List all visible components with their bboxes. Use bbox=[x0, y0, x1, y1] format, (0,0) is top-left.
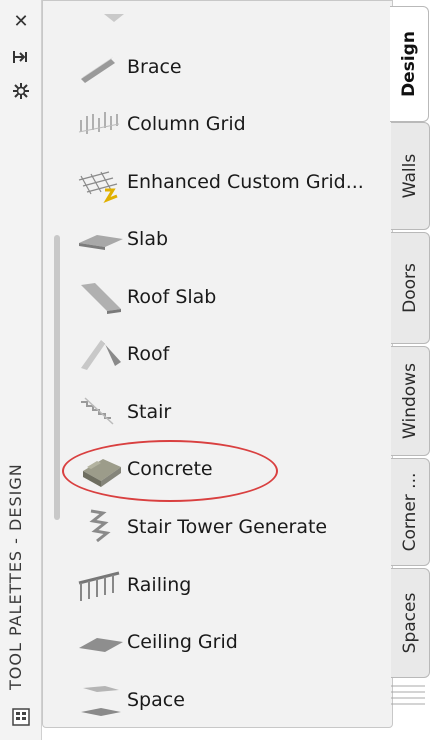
brace-icon bbox=[81, 57, 115, 83]
tool-label: Brace bbox=[127, 56, 182, 78]
tool-brace[interactable]: Brace bbox=[75, 43, 385, 91]
properties-icon[interactable] bbox=[11, 707, 31, 727]
palette-title: TOOL PALETTES - DESIGN bbox=[6, 463, 25, 690]
enhanced-custom-grid-icon bbox=[78, 171, 118, 204]
scrollbar-thumb[interactable] bbox=[54, 235, 60, 520]
tab-windows[interactable]: Windows bbox=[391, 346, 430, 456]
slab-icon bbox=[79, 235, 123, 250]
tool-roof[interactable]: Roof bbox=[75, 330, 385, 378]
tab-doors[interactable]: Doors bbox=[391, 232, 430, 344]
tab-corner[interactable]: Corner ... bbox=[391, 458, 430, 566]
tool-enhanced-custom-grid[interactable]: Enhanced Custom Grid... bbox=[75, 158, 385, 206]
railing-icon bbox=[78, 571, 120, 601]
tool-column-grid[interactable]: Column Grid bbox=[75, 100, 385, 148]
tab-spaces[interactable]: Spaces bbox=[391, 568, 430, 678]
highlight-ellipse bbox=[62, 440, 278, 502]
tab-design[interactable]: Design bbox=[390, 6, 429, 122]
tool-railing[interactable]: Railing bbox=[75, 561, 385, 609]
title-strip[interactable]: ✕ TOOL PALETTES - DESIGN bbox=[0, 0, 42, 740]
tool-stair[interactable]: Stair bbox=[75, 388, 385, 436]
tab-label: Walls bbox=[400, 153, 420, 199]
tool-label: Ceiling Grid bbox=[127, 631, 238, 653]
tool-label: Railing bbox=[127, 574, 192, 596]
tool-label: Slab bbox=[127, 228, 169, 250]
more-tabs-indicator[interactable] bbox=[391, 680, 427, 720]
autohide-icon[interactable] bbox=[10, 46, 32, 68]
stair-icon bbox=[81, 397, 114, 425]
tool-label: Space bbox=[127, 689, 185, 711]
column-grid-icon bbox=[78, 112, 120, 134]
tab-label: Windows bbox=[400, 363, 420, 439]
tool-label: Column Grid bbox=[127, 113, 246, 135]
partial-tool-icon bbox=[104, 14, 124, 22]
tab-label: Doors bbox=[400, 263, 420, 313]
tab-label: Design bbox=[399, 31, 419, 97]
tool-palette-window: ✕ TOOL PALETTES - DESIGN Brace Column Gr… bbox=[0, 0, 431, 740]
stair-tower-icon bbox=[89, 509, 111, 543]
tab-label: Spaces bbox=[400, 592, 420, 654]
close-icon[interactable]: ✕ bbox=[10, 10, 32, 32]
tool-stair-tower-generate[interactable]: Stair Tower Generate bbox=[75, 503, 385, 551]
tool-space[interactable]: Space bbox=[75, 676, 385, 724]
tool-roof-slab[interactable]: Roof Slab bbox=[75, 273, 385, 321]
tool-slab[interactable]: Slab bbox=[75, 215, 385, 263]
tool-label: Stair bbox=[127, 401, 172, 423]
tool-label: Roof Slab bbox=[127, 286, 217, 308]
roof-icon bbox=[81, 340, 121, 370]
tool-label: Roof bbox=[127, 343, 170, 365]
ceiling-grid-icon bbox=[79, 638, 123, 652]
tab-walls[interactable]: Walls bbox=[391, 122, 430, 230]
space-icon bbox=[81, 686, 121, 716]
roof-slab-icon bbox=[81, 283, 121, 314]
tool-label: Stair Tower Generate bbox=[127, 516, 328, 538]
tool-label: Enhanced Custom Grid... bbox=[127, 171, 364, 193]
gear-icon[interactable] bbox=[10, 80, 32, 102]
tool-ceiling-grid[interactable]: Ceiling Grid bbox=[75, 618, 385, 666]
tab-label: Corner ... bbox=[400, 472, 420, 552]
